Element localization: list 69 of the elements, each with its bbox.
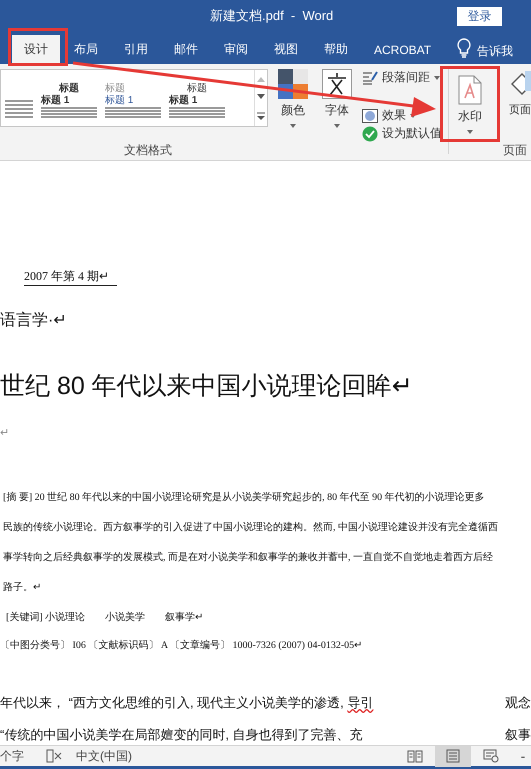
abstract-text: 民族的传统小说理论。西方叙事学的引入促进了中国小说理论的建构。然而, 中国小说理论建设并没有完全遵循西 [3, 520, 498, 535]
tell-me-field[interactable]: 告诉我 [477, 42, 514, 60]
login-button[interactable]: 登录 [457, 7, 502, 26]
book-icon[interactable] [46, 749, 62, 763]
color-swatch-icon [278, 69, 308, 99]
page-color-button[interactable]: 页面 [509, 69, 531, 117]
ribbon-tab[interactable]: 帮助 [312, 35, 360, 64]
word-count[interactable]: 个字 [0, 748, 24, 764]
body-text: 年代以来， “西方文化思维的引入, 现代主义小说美学的渗透, 导引 [0, 694, 374, 712]
ribbon-tab[interactable]: 布局 [62, 35, 110, 64]
ribbon-tab[interactable]: 引用 [112, 35, 160, 64]
ribbon-tab[interactable]: 邮件 [162, 35, 210, 64]
abstract-text: 事学转向之后经典叙事学的发展模式, 而是在对小说美学和叙事学的兼收并蓄中, 一直自觉不自觉地走着西方后经 [3, 550, 493, 565]
ribbon-command[interactable]: 段落间距 [362, 69, 440, 86]
text-line [5, 108, 33, 110]
text-line [5, 104, 33, 106]
watermark-button[interactable]: 水印 [448, 75, 492, 139]
group-label: 文档格式 [124, 142, 172, 159]
caret-icon [334, 124, 340, 128]
subheading-preview: 标题 1 [105, 95, 134, 106]
effects-icon [362, 108, 378, 122]
page-icon [445, 749, 461, 763]
style-thumbnail[interactable]: 标题 标题 1 [37, 70, 101, 126]
heading-preview: 标题 [58, 83, 80, 94]
text-line [5, 112, 33, 114]
colors-button[interactable]: 颜色 [274, 69, 312, 128]
fonts-button[interactable]: 字体 [318, 69, 356, 128]
group-label: 页面 [503, 142, 527, 159]
abstract-text: [摘 要] 20 世纪 80 年代以来的中国小说理论研究是从小说美学研究起步的, 80 年代至 90 年代初的小说理论更多 [3, 490, 485, 505]
issue-text: 2007 年第 4 期↵ [24, 266, 117, 286]
caret-icon [467, 130, 473, 134]
caret-icon [434, 76, 440, 80]
body-text: 观念 [505, 694, 531, 712]
print-layout-button[interactable] [435, 746, 471, 766]
subheading-preview: 标题 1 [41, 95, 70, 106]
paragraph-mark: ↵ [0, 426, 10, 441]
lightbulb-icon[interactable] [457, 38, 472, 58]
ribbon-tab[interactable]: ACROBAT [362, 35, 444, 64]
check-icon [362, 126, 378, 142]
text-line [5, 100, 33, 102]
window-title: 新建文档.pdf - Word [210, 7, 334, 25]
highlight-box [8, 28, 68, 66]
caret-icon [290, 124, 296, 128]
ribbon-tab[interactable]: 审阅 [212, 35, 260, 64]
language-indicator[interactable]: 中文(中国) [76, 748, 132, 764]
heading-preview: 标题 [186, 83, 208, 94]
section-text: 语言学·↵ [0, 310, 67, 331]
paragraph-spacing-icon [362, 70, 378, 84]
heading-preview: 标题 [105, 83, 126, 94]
ribbon-tab[interactable]: 设计 [12, 35, 60, 64]
ribbon-command[interactable]: 设为默认值 [362, 125, 442, 142]
style-thumbnail[interactable]: 标题 标题 1 [165, 70, 229, 126]
keywords-text: [关键词] 小说理论 小说美学 叙事学↵ [6, 610, 204, 625]
style-thumbnail[interactable]: 标题 标题 1 [101, 70, 165, 126]
body-text: “传统的中国小说美学在局部嬗变的同时, 自身也得到了完善、充 [0, 726, 363, 744]
ribbon-tab[interactable]: 视图 [262, 35, 310, 64]
abstract-text: 路子。↵ [3, 581, 41, 595]
text-line [5, 116, 33, 118]
subheading-preview: 标题 1 [169, 95, 198, 106]
open-book-icon [407, 749, 423, 763]
classification-text: 〔中图分类号〕 I06 〔文献标识码〕 A 〔文章编号〕 1000-7326 (2007) 04-0132-05↵ [0, 638, 362, 653]
font-glyph-icon [322, 69, 352, 99]
more-icon[interactable] [256, 111, 266, 121]
scroll-down-icon[interactable] [256, 93, 266, 101]
body-text: 叙事 [505, 726, 531, 744]
document-icon [458, 75, 482, 105]
article-title: 世纪 80 年代以来中国小说理论回眸↵ [0, 371, 413, 402]
zoom-out-button[interactable]: - [515, 748, 531, 764]
web-page-icon [483, 749, 499, 763]
